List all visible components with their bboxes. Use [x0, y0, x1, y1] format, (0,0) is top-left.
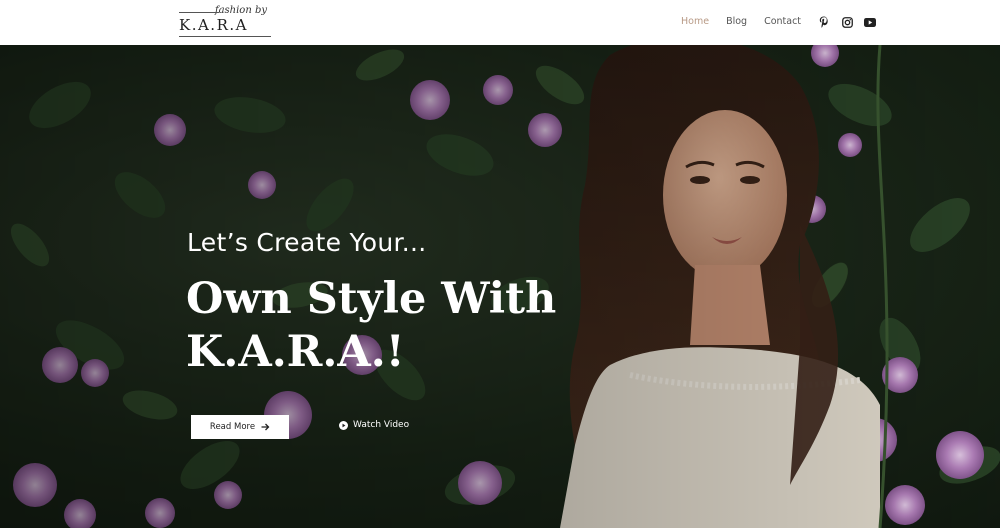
watch-video-label: Watch Video: [353, 420, 410, 430]
pinterest-icon[interactable]: [818, 16, 830, 28]
logo-tagline: fashion by: [214, 5, 267, 16]
watch-video-button[interactable]: Watch Video: [339, 420, 409, 430]
play-icon: [339, 420, 348, 430]
logo-wordmark: K.A.R.A: [179, 16, 248, 34]
hero-headline-line1: Own Style With: [186, 274, 557, 324]
site-header: fashion by K.A.R.A Home Blog Contact: [0, 0, 1000, 45]
youtube-icon[interactable]: [864, 16, 876, 28]
social-links: [818, 16, 887, 28]
hero-headline-line2: K.A.R.A.!: [186, 327, 405, 377]
hero-eyebrow: Let’s Create Your...: [187, 228, 427, 257]
logo-divider-top: [179, 12, 219, 13]
hero-banner: Let’s Create Your... Own Style With K.A.…: [0, 45, 1000, 528]
read-more-label: Read More: [209, 422, 256, 432]
main-nav: Home Blog Contact: [681, 16, 818, 27]
logo[interactable]: fashion by K.A.R.A: [179, 5, 271, 39]
instagram-icon[interactable]: [841, 16, 853, 28]
read-more-button[interactable]: Read More: [191, 415, 289, 439]
hero-headline: Own Style With K.A.R.A.!: [186, 273, 606, 379]
arrow-right-icon: [261, 423, 270, 431]
logo-divider-bottom: [179, 36, 271, 37]
nav-home[interactable]: Home: [681, 16, 709, 27]
nav-blog[interactable]: Blog: [726, 16, 747, 27]
nav-contact[interactable]: Contact: [764, 16, 801, 27]
